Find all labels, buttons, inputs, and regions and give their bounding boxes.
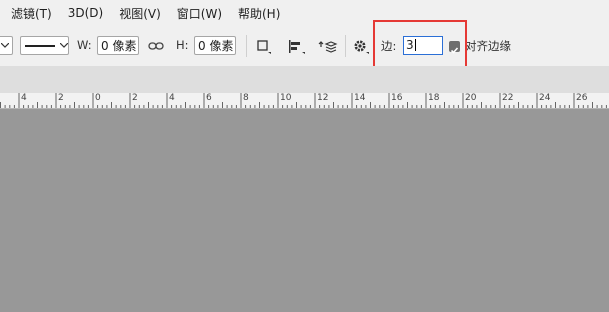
path-alignment-icon[interactable] [288,39,306,55]
width-field[interactable]: 0 像素 [97,36,139,55]
horizontal-ruler[interactable]: 4 2 0 2 4 6 8 10 12 14 16 18 20 22 24 26 [0,93,609,109]
ruler-label: 10 [280,93,292,103]
gear-icon[interactable] [353,39,371,55]
ruler-label: 2 [132,93,138,103]
fill-dropdown[interactable] [0,36,13,55]
options-bar: W: 0 像素 H: 0 像素 边: 对齐边缘 [0,26,609,66]
menu-window[interactable]: 窗口(W) [177,5,222,22]
align-edges-label: 对齐边缘 [465,39,511,53]
ruler-label: 2 [58,93,64,103]
menu-view[interactable]: 视图(V) [119,5,161,22]
height-field[interactable]: 0 像素 [194,36,236,55]
ruler-label: 16 [391,93,403,103]
stroke-type-dropdown[interactable] [20,36,69,55]
chevron-down-icon [60,43,68,48]
ruler-label: 8 [243,93,249,103]
divider [246,35,247,57]
path-operations-icon[interactable] [256,39,272,55]
highlight-box [373,20,467,68]
tab-bar-area [0,66,609,93]
menu-bar: 滤镜(T) 3D(D) 视图(V) 窗口(W) 帮助(H) [0,0,609,26]
menu-3d[interactable]: 3D(D) [68,6,103,20]
height-label: H: [176,38,189,52]
ruler-label: 22 [502,93,514,103]
ruler-label: 4 [169,93,175,103]
ruler-label: 26 [576,93,588,103]
divider [345,35,346,57]
ruler-label: 24 [539,93,551,103]
link-icon[interactable] [148,41,164,51]
ruler-label: 4 [21,93,27,103]
ruler-label: 14 [354,93,366,103]
chevron-down-icon [1,43,9,48]
menu-filter[interactable]: 滤镜(T) [11,5,52,22]
stroke-line-preview [25,44,55,47]
width-label: W: [77,38,92,52]
menu-help[interactable]: 帮助(H) [238,5,280,22]
ruler-label: 6 [206,93,212,103]
ruler-label: 0 [95,93,101,103]
ruler-ticks [0,93,607,108]
height-value: 0 像素 [198,39,234,53]
ruler-label: 20 [465,93,477,103]
width-value: 0 像素 [101,39,137,53]
path-arrangement-icon[interactable] [318,38,338,56]
canvas-area[interactable] [0,109,609,312]
ruler-label: 12 [317,93,329,103]
ruler-label: 18 [428,93,440,103]
